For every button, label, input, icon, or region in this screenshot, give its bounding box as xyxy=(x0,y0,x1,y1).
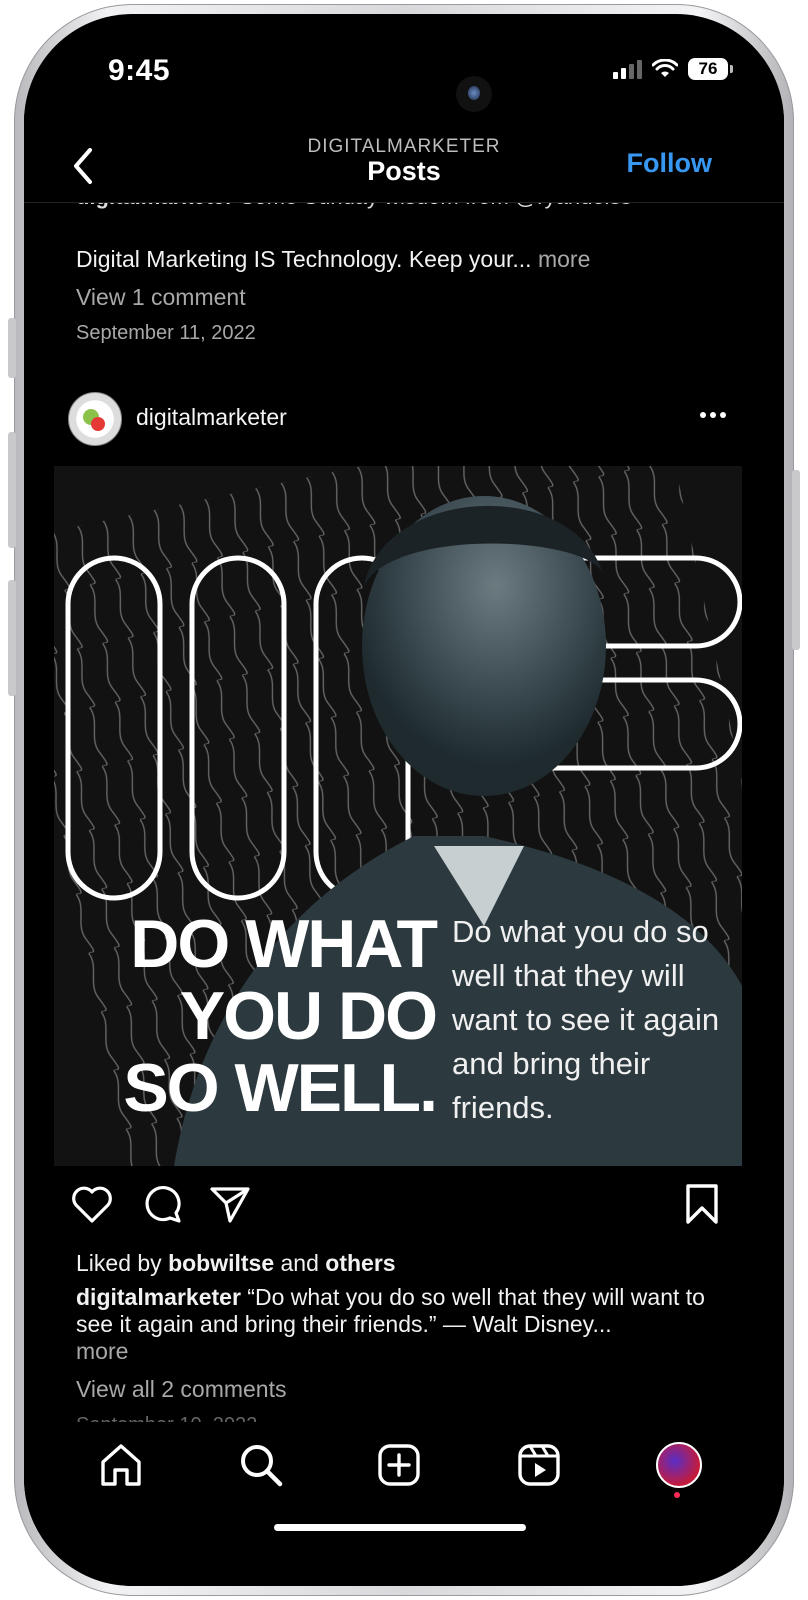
profile-tab-avatar[interactable] xyxy=(656,1442,702,1488)
volume-up-button xyxy=(8,432,16,548)
follow-button[interactable]: Follow xyxy=(627,148,712,179)
tab-bar xyxy=(24,1426,784,1586)
cellular-signal-icon xyxy=(613,59,642,79)
notification-dot xyxy=(674,1492,680,1498)
battery-icon: 76 xyxy=(688,58,733,80)
likes-summary[interactable]: Liked by bobwiltse and others xyxy=(76,1250,396,1277)
post-actions xyxy=(24,1180,784,1236)
post-image-quote: Do what you do so well that they will wa… xyxy=(452,914,720,1125)
screen: 9:45 76 digitalmarketer Some Sunday wisd… xyxy=(24,14,784,1586)
share-icon[interactable] xyxy=(206,1180,254,1228)
nav-bar: DIGITALMARKETER Posts Follow xyxy=(24,114,784,203)
heart-icon[interactable] xyxy=(68,1180,116,1228)
create-icon[interactable] xyxy=(374,1440,424,1490)
status-icons: 76 xyxy=(613,58,733,80)
bookmark-icon[interactable] xyxy=(678,1180,726,1228)
power-button xyxy=(792,470,800,650)
post-more-link[interactable]: more xyxy=(76,1338,128,1364)
status-time: 9:45 xyxy=(108,54,171,87)
silent-switch xyxy=(8,318,16,378)
volume-down-button xyxy=(8,580,16,696)
post-username[interactable]: digitalmarketer xyxy=(136,404,287,431)
camera-island xyxy=(456,76,492,112)
wifi-icon xyxy=(652,59,678,77)
post-avatar[interactable] xyxy=(68,392,122,446)
home-icon[interactable] xyxy=(96,1440,146,1490)
more-options-icon[interactable] xyxy=(700,412,726,418)
previous-post-date: September 11, 2022 xyxy=(76,322,256,344)
previous-post-more-link[interactable]: more xyxy=(538,246,590,272)
next-date-cut: September 10, 2022 xyxy=(76,1414,257,1422)
view-all-comments[interactable]: View all 2 comments xyxy=(76,1376,287,1403)
search-icon[interactable] xyxy=(236,1440,286,1490)
reels-icon[interactable] xyxy=(514,1440,564,1490)
previous-post-caption: Digital Marketing IS Technology. Keep yo… xyxy=(76,246,591,272)
previous-post-view-comments[interactable]: View 1 comment xyxy=(76,284,246,311)
home-indicator[interactable] xyxy=(274,1524,526,1531)
post-image[interactable]: DO WHAT YOU DO SO WELL. Do what you do s… xyxy=(54,466,742,1166)
post-caption: digitalmarketer “Do what you do so well … xyxy=(76,1284,705,1364)
comment-icon[interactable] xyxy=(138,1180,186,1228)
post-image-headline: DO WHAT YOU DO SO WELL. xyxy=(123,906,438,1126)
